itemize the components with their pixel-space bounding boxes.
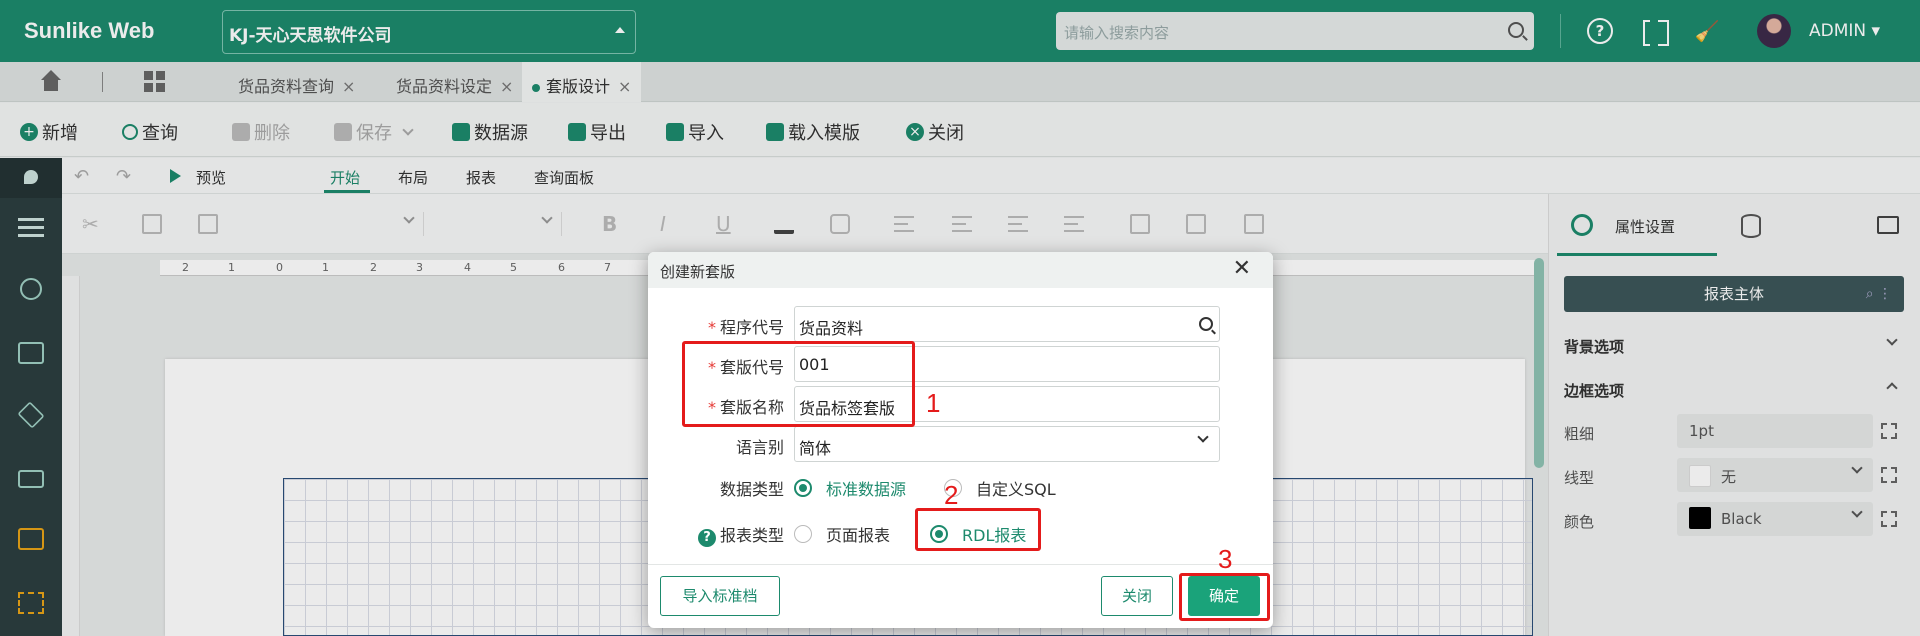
close-icon[interactable]: ✕ [1233, 256, 1251, 281]
report-type-label-text: 报表类型 [719, 526, 784, 545]
annotation-number-3: 3 [1218, 544, 1233, 574]
dialog-footer-divider [648, 564, 1273, 565]
dialog-title-bar: 创建新套版 ✕ [648, 252, 1273, 288]
program-code-row: * 程序代号 [648, 306, 784, 342]
radio-standard-datasource[interactable]: 标准数据源 [794, 476, 906, 500]
required-mark: * [707, 318, 716, 337]
data-type-label: 数据类型 [719, 480, 784, 499]
radio-page-report[interactable]: 页面报表 [794, 522, 890, 546]
help-icon[interactable]: ? [697, 529, 716, 547]
dialog-close-button[interactable]: 关闭 [1101, 576, 1173, 616]
program-code-label: * 程序代号 [708, 314, 784, 338]
program-code-label-text: 程序代号 [719, 318, 784, 337]
program-code-value: 货品资料 [799, 319, 864, 338]
report-type-row: ? 报表类型 [648, 514, 784, 550]
radio-label: 标准数据源 [826, 480, 907, 499]
language-row: 语言别 [648, 426, 784, 462]
dialog-title: 创建新套版 [660, 263, 736, 281]
annotation-number-1: 1 [926, 388, 941, 418]
language-label: 语言别 [735, 438, 784, 457]
annotation-number-2: 2 [944, 480, 959, 510]
annotation-box-2 [915, 508, 1041, 551]
create-template-dialog: 创建新套版 ✕ * 程序代号 货品资料 * 套版代号 001 * 套版名称 货品标签套… [648, 252, 1273, 628]
data-type-row: 数据类型 [648, 468, 784, 504]
radio-label: 自定义SQL [976, 480, 1056, 499]
language-value: 简体 [799, 439, 832, 458]
radio-label: 页面报表 [826, 526, 891, 545]
search-icon[interactable] [1199, 317, 1213, 331]
radio-icon [794, 525, 812, 543]
language-select[interactable]: 简体 [794, 426, 1220, 462]
chevron-down-icon [1197, 431, 1209, 443]
radio-custom-sql[interactable]: 自定义SQL [944, 476, 1056, 500]
annotation-box-3 [1179, 573, 1270, 621]
annotation-box-1 [682, 341, 915, 427]
program-code-input[interactable]: 货品资料 [794, 306, 1220, 342]
radio-icon [794, 479, 812, 497]
report-type-label: ? 报表类型 [697, 522, 784, 547]
import-standard-button[interactable]: 导入标准档 [660, 576, 780, 616]
